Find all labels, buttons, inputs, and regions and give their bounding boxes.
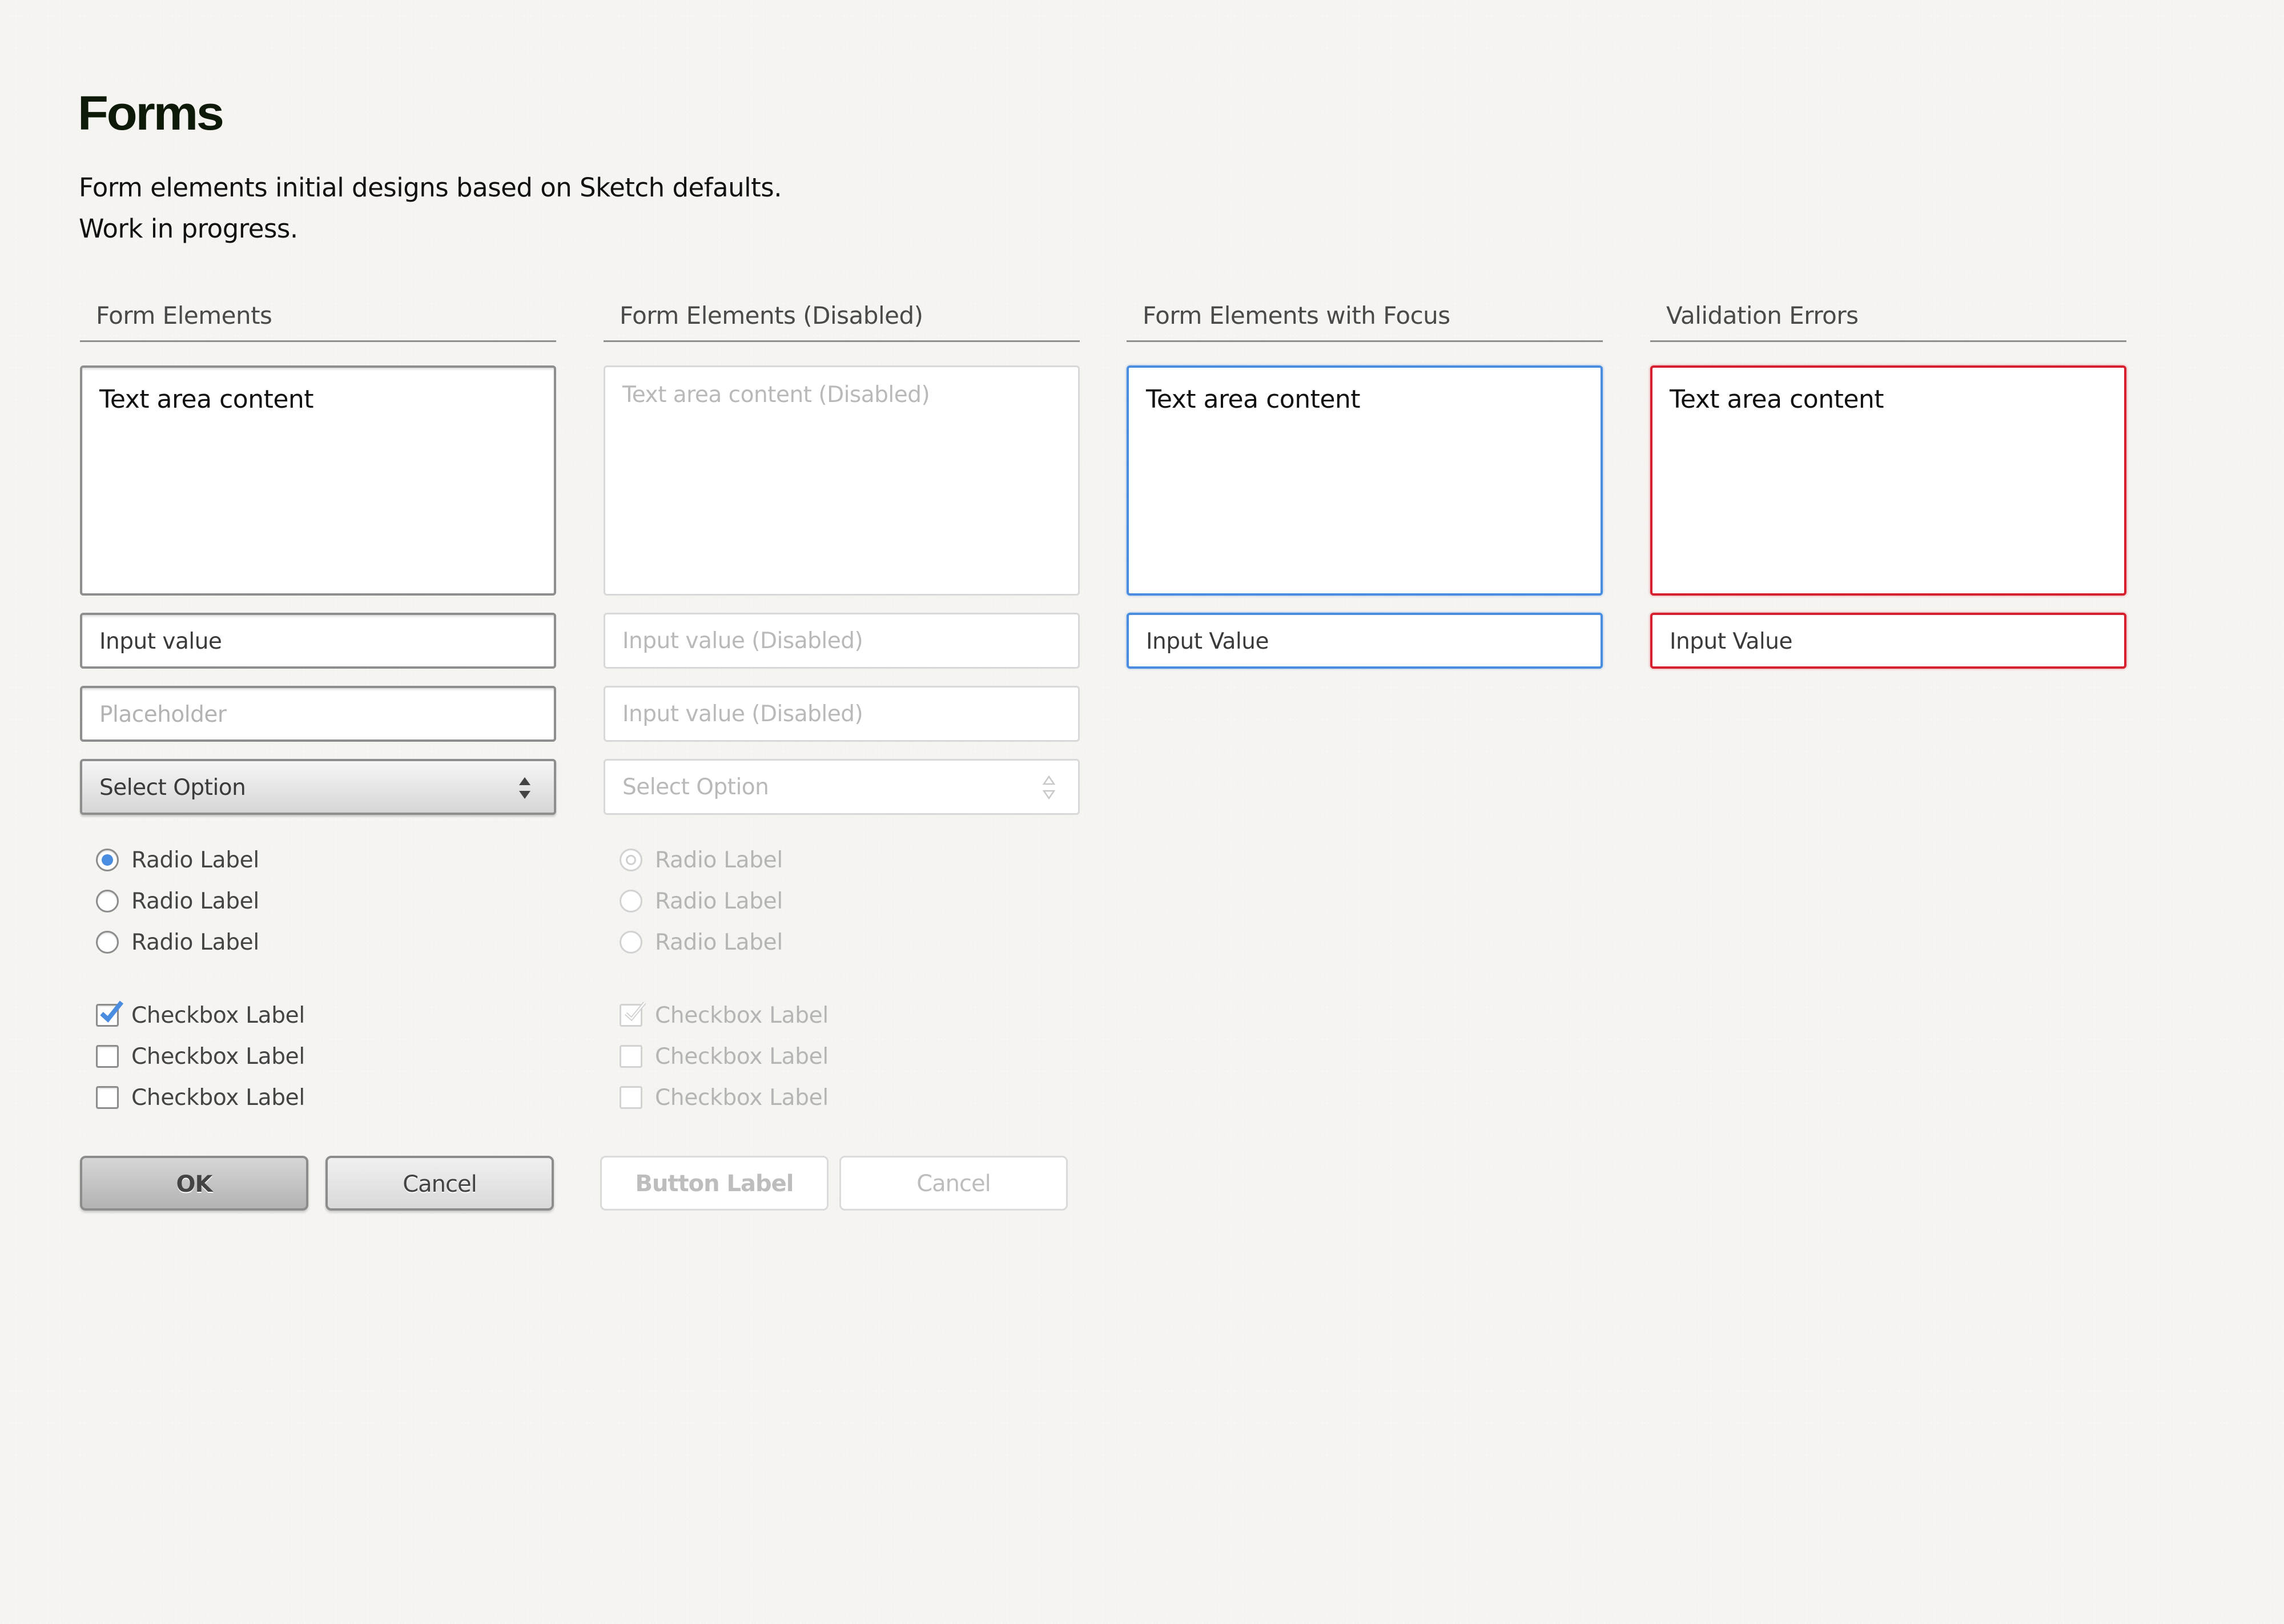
- text-input-focused[interactable]: Input Value: [1127, 613, 1603, 669]
- radio-button-checked-disabled: [620, 849, 642, 871]
- checkbox-group: Checkbox Label Checkbox Label Checkbox L…: [96, 995, 305, 1118]
- radio-label: Radio Label: [131, 929, 259, 955]
- radio-button[interactable]: [96, 931, 119, 954]
- section-heading: Form Elements: [80, 297, 556, 342]
- text-input-error[interactable]: Input Value: [1650, 613, 2126, 669]
- page-description: Form elements initial designs based on S…: [79, 172, 782, 203]
- section-heading: Validation Errors: [1650, 297, 2126, 342]
- radio-label: Radio Label: [131, 888, 259, 914]
- checkbox-label: Checkbox Label: [131, 1084, 305, 1111]
- select-arrows-icon: [519, 777, 530, 799]
- checkbox-disabled: [620, 1086, 642, 1109]
- radio-group-disabled: Radio Label Radio Label Radio Label: [620, 839, 783, 963]
- checkbox-label: Checkbox Label: [131, 1002, 305, 1028]
- checkbox-label: Checkbox Label: [655, 1002, 829, 1028]
- ok-button[interactable]: OK: [80, 1156, 308, 1211]
- radio-option[interactable]: Radio Label: [96, 881, 259, 922]
- radio-button-checked[interactable]: [96, 849, 119, 871]
- text-input-disabled: Input value (Disabled): [604, 686, 1080, 742]
- radio-option-disabled: Radio Label: [620, 839, 783, 881]
- column-form-elements-focus: Form Elements with Focus Text area conte…: [1127, 297, 1603, 669]
- page-status-note: Work in progress.: [79, 214, 298, 244]
- textarea[interactable]: Text area content: [80, 365, 556, 596]
- radio-label: Radio Label: [655, 888, 783, 914]
- checkbox[interactable]: [96, 1045, 119, 1068]
- radio-group: Radio Label Radio Label Radio Label: [96, 839, 259, 963]
- checkbox[interactable]: [96, 1086, 119, 1109]
- placeholder-text: Placeholder: [99, 702, 227, 727]
- section-heading: Form Elements (Disabled): [604, 297, 1080, 342]
- cancel-button[interactable]: Cancel: [325, 1156, 554, 1211]
- text-input[interactable]: Input value: [80, 613, 556, 669]
- checkmark-icon: [100, 1000, 124, 1023]
- select-dropdown[interactable]: Select Option: [80, 759, 556, 815]
- checkbox-checked-disabled: [620, 1002, 646, 1027]
- checkbox-option-disabled: Checkbox Label: [620, 1036, 829, 1077]
- textarea-error[interactable]: Text area content: [1650, 365, 2126, 596]
- checkbox-option-disabled: Checkbox Label: [620, 995, 829, 1036]
- radio-button-disabled: [620, 890, 642, 913]
- select-dropdown-disabled: Select Option: [604, 759, 1080, 815]
- checkbox-checked[interactable]: [96, 1000, 124, 1027]
- column-validation-errors: Validation Errors Text area content Inpu…: [1650, 297, 2126, 669]
- placeholder-input[interactable]: Placeholder: [80, 686, 556, 742]
- radio-label: Radio Label: [655, 847, 783, 873]
- primary-button-disabled: Button Label: [600, 1156, 829, 1211]
- checkbox-group-disabled: Checkbox Label Checkbox Label Checkbox L…: [620, 995, 829, 1118]
- checkbox-option[interactable]: Checkbox Label: [96, 1036, 305, 1077]
- radio-option-disabled: Radio Label: [620, 881, 783, 922]
- radio-label: Radio Label: [131, 847, 259, 873]
- textarea-disabled: Text area content (Disabled): [604, 365, 1080, 596]
- checkbox-option[interactable]: Checkbox Label: [96, 995, 305, 1036]
- radio-button-disabled: [620, 931, 642, 954]
- checkmark-icon: [624, 1002, 646, 1022]
- radio-option[interactable]: Radio Label: [96, 922, 259, 963]
- select-value: Select Option: [99, 775, 246, 801]
- select-value: Select Option: [622, 774, 769, 800]
- checkbox-label: Checkbox Label: [655, 1084, 829, 1111]
- checkbox-label: Checkbox Label: [655, 1043, 829, 1070]
- checkbox-option-disabled: Checkbox Label: [620, 1077, 829, 1118]
- checkbox-label: Checkbox Label: [131, 1043, 305, 1070]
- text-input-disabled: Input value (Disabled): [604, 613, 1080, 669]
- cancel-button-disabled: Cancel: [839, 1156, 1068, 1211]
- radio-label: Radio Label: [655, 929, 783, 955]
- page-title: Forms: [78, 86, 224, 140]
- checkbox-disabled: [620, 1045, 642, 1068]
- radio-button[interactable]: [96, 890, 119, 913]
- radio-option[interactable]: Radio Label: [96, 839, 259, 881]
- column-form-elements-disabled: Form Elements (Disabled) Text area conte…: [600, 297, 1080, 1211]
- checkbox-option[interactable]: Checkbox Label: [96, 1077, 305, 1118]
- textarea-focused[interactable]: Text area content: [1127, 365, 1603, 596]
- radio-option-disabled: Radio Label: [620, 922, 783, 963]
- section-heading: Form Elements with Focus: [1127, 297, 1603, 342]
- select-arrows-icon: [1042, 775, 1056, 800]
- column-form-elements: Form Elements Text area content Input va…: [80, 297, 556, 1211]
